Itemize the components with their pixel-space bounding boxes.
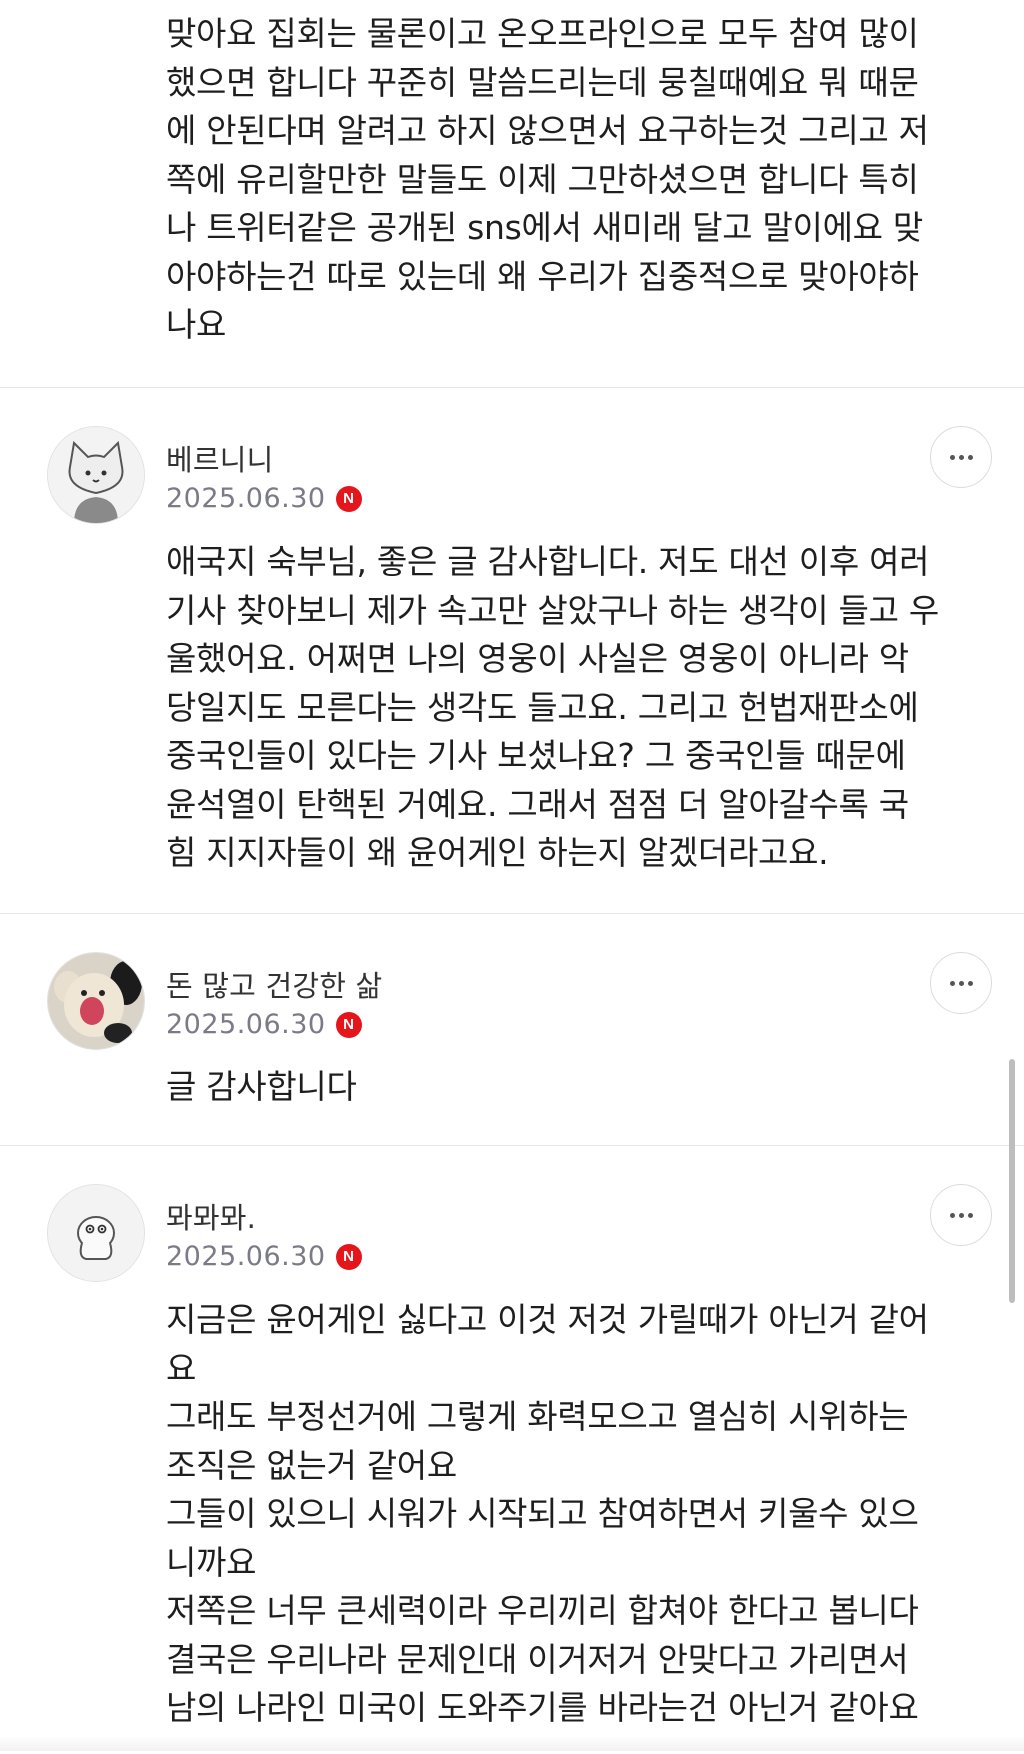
comment-line: 윤석열이 탄핵된 거예요. 그래서 점점 더 알아갈수록 국 bbox=[166, 784, 909, 824]
vertical-scrollbar[interactable] bbox=[1009, 1059, 1015, 1303]
dot-icon bbox=[967, 454, 973, 460]
comment-meta: 2025.06.30 N bbox=[166, 483, 362, 514]
comment-line: 그래도 부정선거에 그렇게 화력모으고 열심히 시위하는 bbox=[166, 1397, 909, 1436]
comment-body: 맞아요 집회는 물론이고 온오프라인으로 모두 참여 많이 했으면 합니다 꾸준… bbox=[166, 10, 986, 350]
comment-body: 애국지 숙부님, 좋은 글 감사합니다. 저도 대선 이후 여러 기사 찾아보니… bbox=[166, 538, 986, 878]
dot-icon bbox=[958, 1212, 964, 1218]
comment-line: 남의 나라인 미국이 도와주기를 바라는건 아닌거 같아요 bbox=[166, 1688, 919, 1727]
comment-author[interactable]: 뫄뫄뫄. bbox=[166, 1195, 256, 1237]
comment-body: 지금은 윤어게인 싫다고 이것 저것 가릴때가 아닌거 같어 요 그래도 부정선… bbox=[166, 1296, 986, 1733]
comment-line: 울했어요. 어쩌면 나의 영웅이 사실은 영웅이 아니라 악 bbox=[166, 639, 909, 678]
comment-body: 글 감사합니다 bbox=[166, 1063, 986, 1112]
comment-line: 힘 지지자들이 왜 윤어게인 하는지 알겠더라고요. bbox=[166, 833, 829, 872]
new-badge: N bbox=[335, 485, 362, 512]
cat-avatar-icon[interactable] bbox=[47, 426, 145, 524]
plush-toy-avatar-icon[interactable] bbox=[47, 952, 145, 1050]
comment-line: 애국지 숙부님, 좋은 글 감사합니다. 저도 대선 이후 여러 bbox=[166, 542, 930, 581]
comment-line: 조직은 없는거 같어요 bbox=[166, 1445, 457, 1485]
comment-line: 아야하는건 따로 있는데 왜 우리가 집중적으로 맞아야하 bbox=[166, 256, 919, 296]
comment-line: 니까요 bbox=[166, 1542, 257, 1582]
comment-line: 중국인들이 있다는 기사 보셨나요? 그 중국인들 때문에 bbox=[166, 736, 906, 775]
comment-line: 맞아요 집회는 물론이고 온오프라인으로 모두 참여 많이 bbox=[166, 14, 919, 53]
comment-author[interactable]: 돈 많고 건강한 삶 bbox=[166, 963, 382, 1005]
comment-date: 2025.06.30 bbox=[166, 1241, 326, 1272]
comment-meta: 2025.06.30 N bbox=[166, 1241, 362, 1272]
comment-date: 2025.06.30 bbox=[166, 483, 326, 514]
comment-line: 에 안된다며 알려고 하지 않으면서 요구하는것 그리고 저 bbox=[166, 111, 929, 150]
comment-line: 글 감사합니다 bbox=[166, 1067, 357, 1106]
comment-item: 뫄뫄뫄. 2025.06.30 N 지금은 윤어게인 싫다고 이것 저것 가릴때… bbox=[0, 1146, 1024, 1754]
dot-icon bbox=[958, 454, 964, 460]
comment-line: 그들이 있으니 시워가 시작되고 참여하면서 키울수 있으 bbox=[166, 1494, 919, 1533]
dot-icon bbox=[949, 980, 955, 986]
new-badge: N bbox=[335, 1243, 362, 1270]
comment-line: 요 bbox=[166, 1348, 197, 1388]
dot-icon bbox=[967, 1212, 973, 1218]
more-options-button[interactable] bbox=[930, 426, 992, 488]
comment-line: 했으면 합니다 꾸준히 말씀드리는데 뭉칠때예요 뭐 때문 bbox=[166, 62, 919, 102]
comment-author[interactable]: 베르니니 bbox=[166, 437, 274, 479]
comment-line: 나요 bbox=[166, 305, 227, 344]
comment-meta: 2025.06.30 N bbox=[166, 1009, 362, 1040]
comment-continued: 맞아요 집회는 물론이고 온오프라인으로 모두 참여 많이 했으면 합니다 꾸준… bbox=[0, 0, 1024, 388]
more-options-button[interactable] bbox=[930, 952, 992, 1014]
comment-date: 2025.06.30 bbox=[166, 1009, 326, 1040]
comment-item: 베르니니 2025.06.30 N 애국지 숙부님, 좋은 글 감사합니다. 저… bbox=[0, 388, 1024, 914]
more-options-button[interactable] bbox=[930, 1184, 992, 1246]
character-avatar-icon[interactable] bbox=[47, 1184, 145, 1282]
new-badge: N bbox=[335, 1011, 362, 1038]
dot-icon bbox=[967, 980, 973, 986]
comment-line: 결국은 우리나라 문제인대 이거저거 안맞다고 가리면서 bbox=[166, 1639, 909, 1679]
comment-line: 기사 찾아보니 제가 속고만 살았구나 하는 생각이 들고 우 bbox=[166, 590, 939, 630]
comment-line: 당일지도 모른다는 생각도 들고요. 그리고 헌법재판소에 bbox=[166, 687, 919, 727]
comment-item: 돈 많고 건강한 삶 2025.06.30 N 글 감사합니다 bbox=[0, 914, 1024, 1146]
dot-icon bbox=[958, 980, 964, 986]
comment-line: 나 트위터같은 공개된 sns에서 새미래 달고 말이에요 맞 bbox=[166, 208, 923, 247]
comment-line: 쪽에 유리할만한 말들도 이제 그만하셨으면 합니다 특히 bbox=[166, 159, 919, 199]
bottom-edge bbox=[0, 1735, 1024, 1751]
comment-line: 지금은 윤어게인 싫다고 이것 저것 가릴때가 아닌거 같어 bbox=[166, 1300, 929, 1339]
dot-icon bbox=[949, 1212, 955, 1218]
comment-line: 저쪽은 너무 큰세력이라 우리끼리 합쳐야 한다고 봅니다 bbox=[166, 1591, 919, 1630]
dot-icon bbox=[949, 454, 955, 460]
